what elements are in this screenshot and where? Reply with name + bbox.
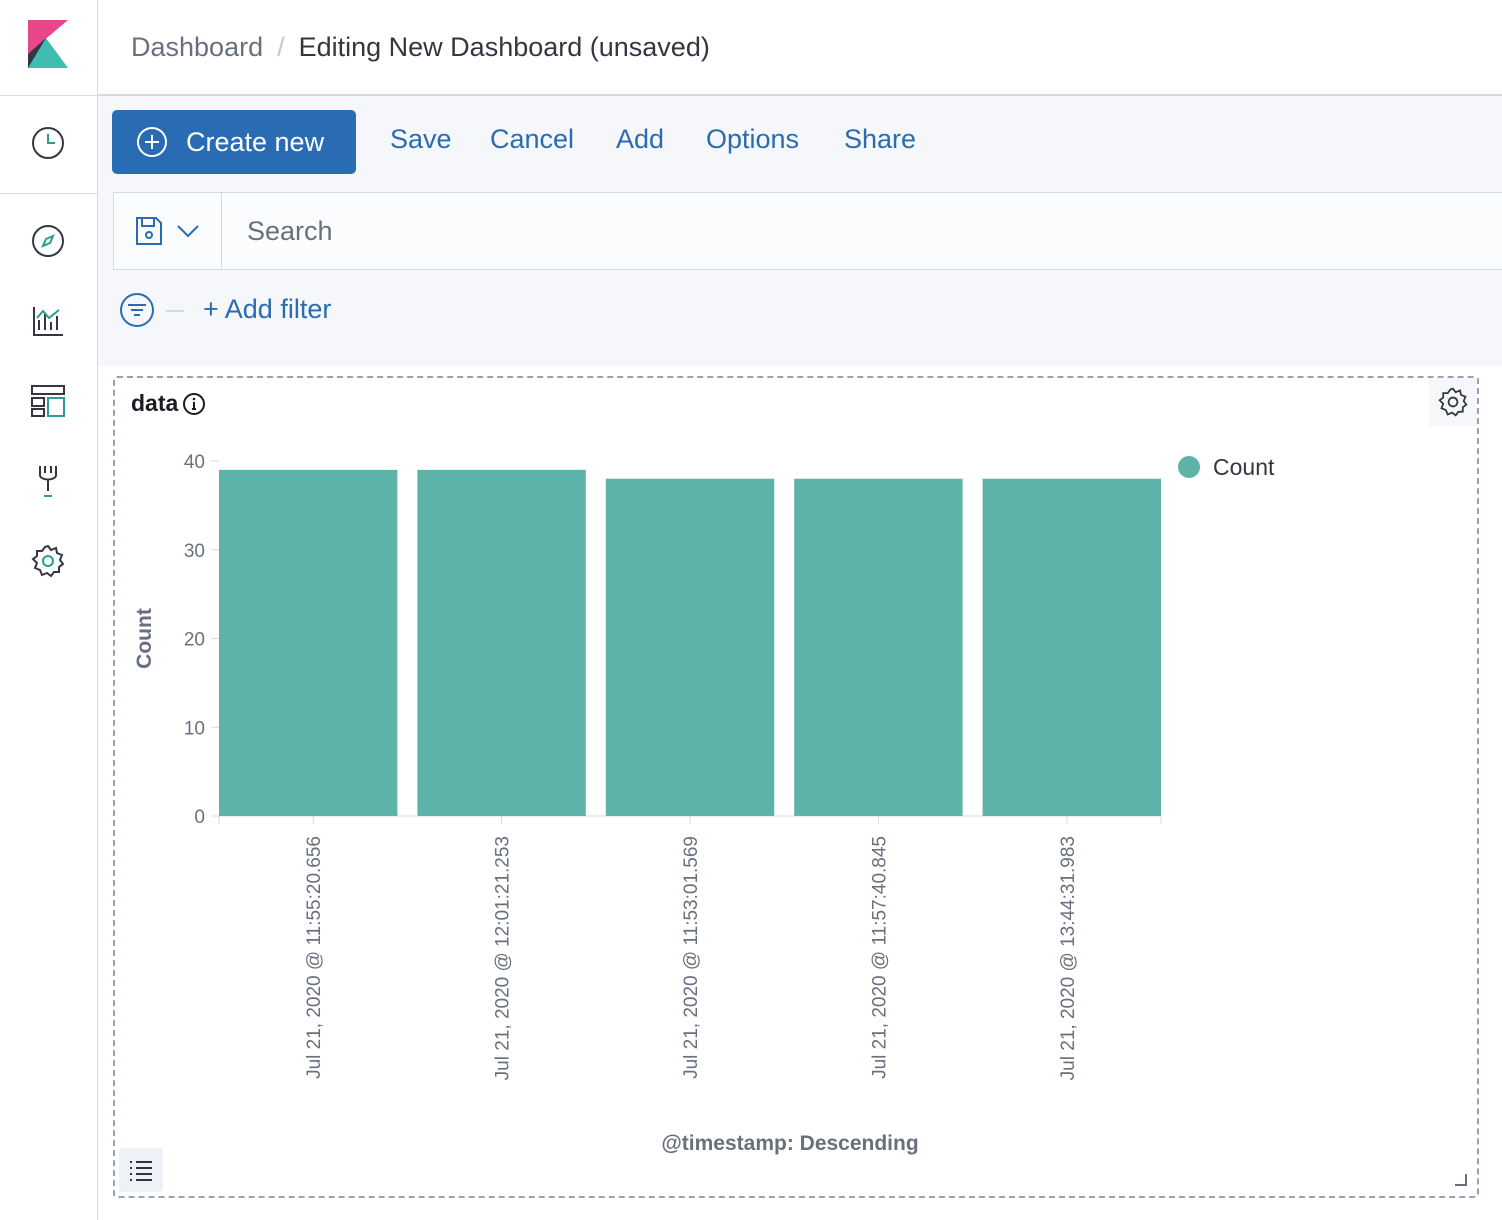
- visualize-icon[interactable]: [29, 302, 67, 340]
- filter-icon[interactable]: [119, 292, 155, 328]
- y-tick-label: 20: [184, 630, 205, 651]
- query-bar: [113, 192, 1502, 270]
- info-icon[interactable]: [182, 392, 206, 416]
- bar: [794, 478, 963, 816]
- share-link[interactable]: Share: [844, 124, 916, 155]
- x-tick-label: Jul 21, 2020 @ 11:57:40.845: [869, 836, 890, 1079]
- x-tick-label: Jul 21, 2020 @ 12:01:21.253: [493, 836, 514, 1080]
- search-input[interactable]: [223, 193, 1502, 269]
- side-nav: [0, 0, 98, 1220]
- y-tick-label: 10: [184, 718, 205, 739]
- y-axis-label: Count: [133, 608, 156, 669]
- resize-handle[interactable]: [1455, 1174, 1467, 1186]
- header: Dashboard / Editing New Dashboard (unsav…: [98, 0, 1502, 96]
- legend-label: Count: [1213, 454, 1275, 480]
- add-link[interactable]: Add: [616, 124, 664, 155]
- x-tick-label: Jul 21, 2020 @ 13:44:31.983: [1058, 836, 1079, 1080]
- bar: [982, 478, 1161, 816]
- visualization-panel: 0 10 20 30 40 Count Jul 21, 2020 @ 11:55:20.65…: [113, 376, 1479, 1198]
- panel-header: data: [131, 390, 206, 417]
- chevron-down-icon: [177, 225, 199, 238]
- bar-chart: 0 10 20 30 40 Count Jul 21, 2020 @ 11:55:20.65…: [133, 452, 1275, 1155]
- list-icon: [130, 1161, 152, 1181]
- x-tick-label: Jul 21, 2020 @ 11:55:20.656: [304, 836, 325, 1079]
- panel-title: data: [131, 390, 179, 416]
- bar: [417, 469, 586, 816]
- toggle-legend-button[interactable]: [119, 1148, 163, 1192]
- create-new-label: Create new: [186, 126, 325, 157]
- breadcrumb-current: Editing New Dashboard (unsaved): [298, 31, 710, 62]
- dev-tools-icon[interactable]: [29, 462, 67, 500]
- filter-divider: [166, 310, 184, 312]
- compass-icon[interactable]: [29, 222, 67, 260]
- gear-icon[interactable]: [29, 542, 67, 580]
- save-icon: [136, 217, 162, 245]
- save-link[interactable]: Save: [390, 124, 452, 155]
- gear-icon: [1438, 387, 1468, 417]
- y-tick-label: 0: [194, 807, 205, 828]
- y-tick-label: 40: [184, 452, 205, 473]
- legend-swatch: [1178, 456, 1200, 478]
- breadcrumb-separator: /: [277, 31, 285, 62]
- panel-options-button[interactable]: [1429, 378, 1477, 426]
- bar: [605, 478, 775, 816]
- options-link[interactable]: Options: [706, 124, 799, 155]
- plus-circle-icon: [137, 127, 167, 157]
- x-tick-label: Jul 21, 2020 @ 11:53:01.569: [681, 836, 702, 1079]
- bar: [219, 469, 398, 816]
- saved-query-button[interactable]: [114, 193, 222, 269]
- dashboard-icon[interactable]: [29, 382, 67, 420]
- cancel-link[interactable]: Cancel: [490, 124, 574, 155]
- breadcrumb-dashboard[interactable]: Dashboard: [131, 32, 263, 63]
- x-axis-label: @timestamp: Descending: [661, 1132, 918, 1155]
- create-new-button[interactable]: Create new: [112, 110, 356, 174]
- clock-icon[interactable]: [29, 124, 67, 162]
- add-filter-button[interactable]: + Add filter: [203, 294, 331, 325]
- kibana-logo-icon[interactable]: [28, 20, 68, 68]
- y-tick-label: 30: [184, 541, 205, 562]
